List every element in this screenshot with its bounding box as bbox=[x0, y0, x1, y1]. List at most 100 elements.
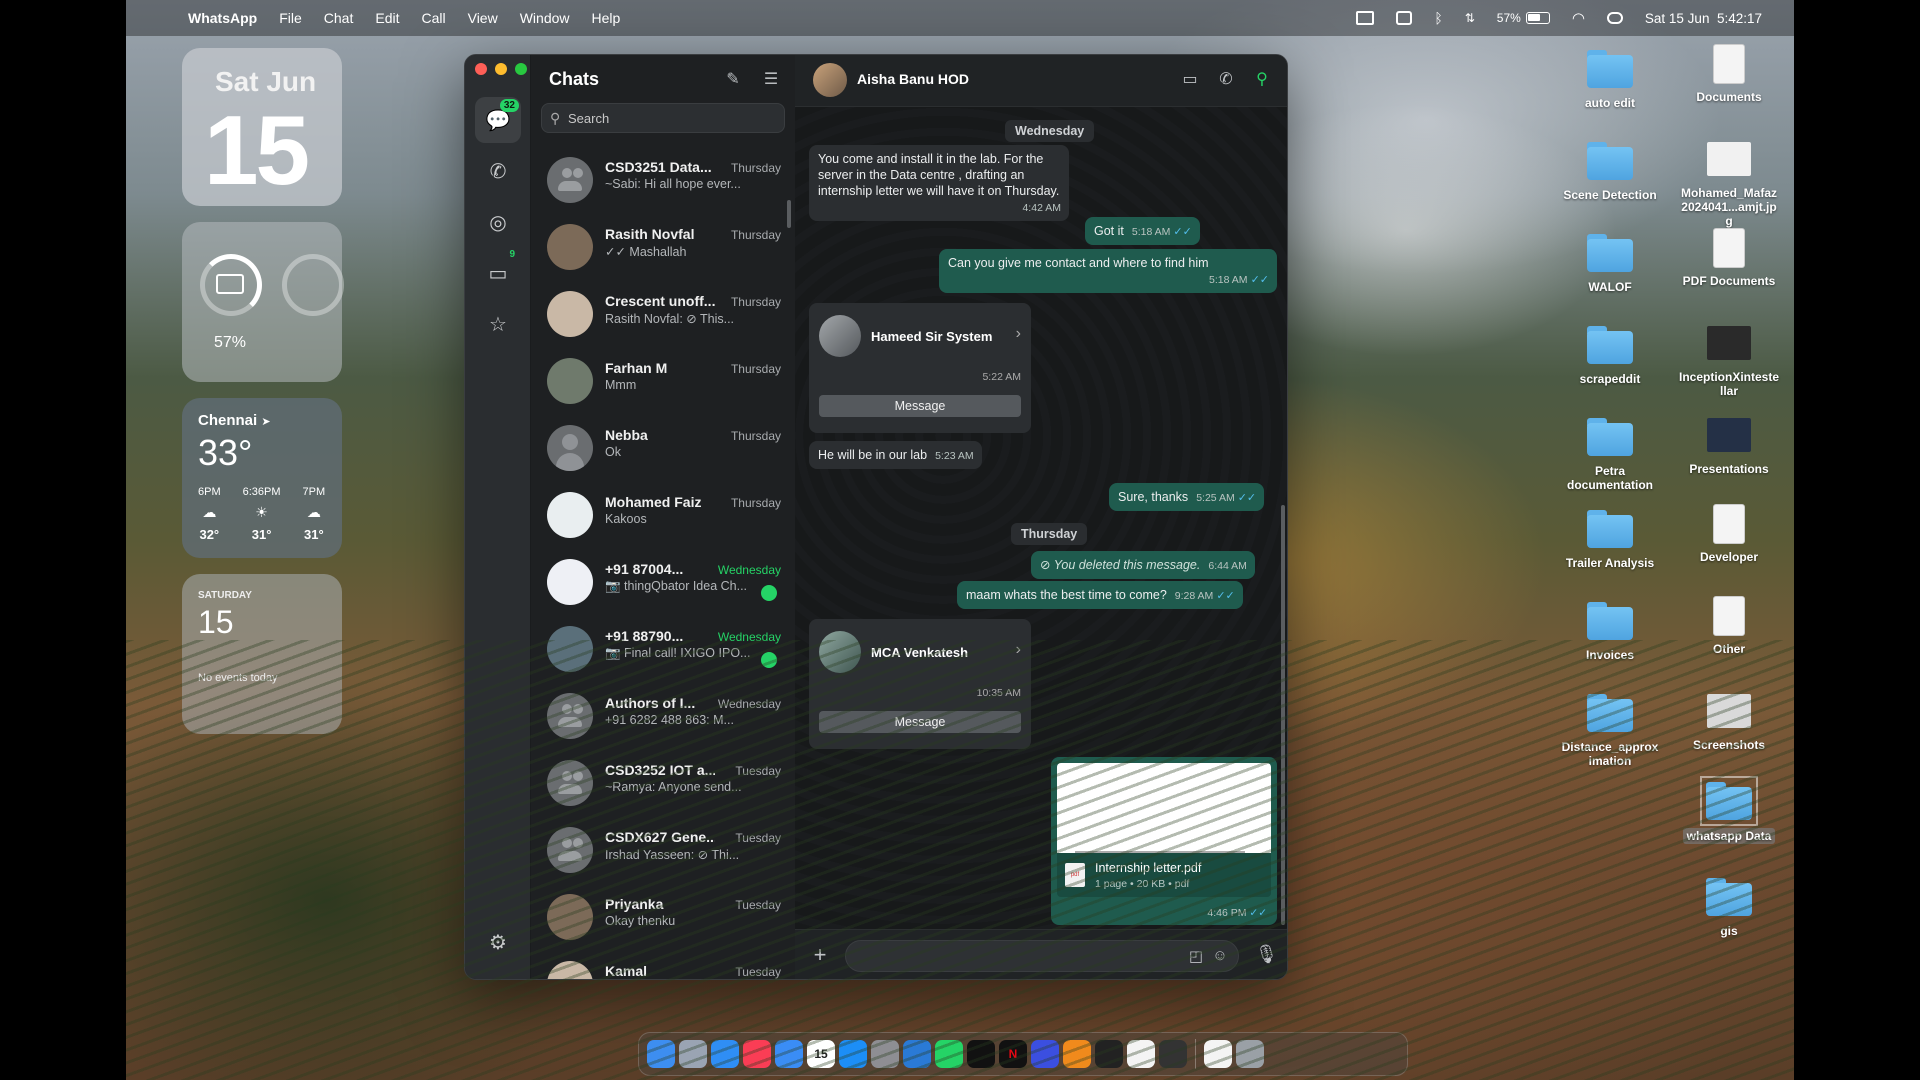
chat-list-item[interactable]: Farhan M Thursday Mmm bbox=[531, 346, 795, 413]
launchpad-icon[interactable] bbox=[679, 1040, 707, 1068]
pdf-file-row[interactable]: pdf Internship letter.pdf 1 page • 20 KB… bbox=[1057, 853, 1271, 897]
voice-call-icon[interactable]: ✆ bbox=[1215, 69, 1237, 91]
menu-file[interactable]: File bbox=[279, 10, 302, 26]
appletv-icon[interactable] bbox=[967, 1040, 995, 1068]
prime-icon[interactable] bbox=[1031, 1040, 1059, 1068]
menu-call[interactable]: Call bbox=[421, 10, 445, 26]
menu-edit[interactable]: Edit bbox=[375, 10, 399, 26]
menu-chat[interactable]: Chat bbox=[324, 10, 354, 26]
mail-icon[interactable] bbox=[775, 1040, 803, 1068]
zoom-window-button[interactable] bbox=[515, 63, 527, 75]
safari-icon[interactable] bbox=[711, 1040, 739, 1068]
desktop-icon-invoices[interactable]: Invoices bbox=[1560, 602, 1660, 662]
desktop-icon-developer[interactable]: Developer bbox=[1679, 504, 1779, 564]
menu-view[interactable]: View bbox=[468, 10, 498, 26]
settings-icon[interactable] bbox=[871, 1040, 899, 1068]
chat-list-item[interactable]: Mohamed Faiz Thursday Kakoos bbox=[531, 480, 795, 547]
rail-channels-button[interactable]: ▭ 9 bbox=[475, 249, 521, 296]
outgoing-message[interactable]: Got it 5:18 AM ✓✓ bbox=[1085, 217, 1200, 245]
close-window-button[interactable] bbox=[475, 63, 487, 75]
chat-list-item[interactable]: Priyanka Tuesday Okay thenku bbox=[531, 882, 795, 949]
weather-widget[interactable]: Chennai ➤ 33° 6PM ☁ 32° 6:36PM ☀ 31° 7PM… bbox=[182, 398, 342, 558]
desktop-icon-trailer-analysis[interactable]: Trailer Analysis bbox=[1560, 510, 1660, 570]
chat-list-item[interactable]: CSD3252 IOT a... Tuesday ~Ramya: Anyone se… bbox=[531, 748, 795, 815]
new-chat-icon[interactable]: ✎ bbox=[723, 69, 743, 89]
desktop-icon-screenshots[interactable]: Screenshots bbox=[1679, 694, 1779, 752]
network-activity-icon[interactable]: ⇅ bbox=[1465, 11, 1475, 25]
desktop-icon-presentations[interactable]: Presentations bbox=[1679, 418, 1779, 476]
contact-avatar[interactable] bbox=[813, 63, 847, 97]
desktop-icon-distance[interactable]: Distance_approximation bbox=[1560, 694, 1660, 768]
message-contact-button[interactable]: Message bbox=[819, 711, 1021, 733]
outgoing-message[interactable]: Sure, thanks 5:25 AM ✓✓ bbox=[1109, 483, 1265, 511]
trash-icon[interactable] bbox=[1236, 1040, 1264, 1068]
video-call-icon[interactable]: ▭ bbox=[1179, 69, 1201, 91]
emoji-icon[interactable]: ☺ bbox=[1210, 947, 1230, 967]
vlc-icon[interactable] bbox=[1063, 1040, 1091, 1068]
desktop-icon-inception[interactable]: InceptionXintestellar bbox=[1679, 326, 1779, 398]
apple-menu-icon[interactable] bbox=[146, 9, 162, 27]
chat-list-item[interactable]: CSDX627 Gene... Tuesday Irshad Yasseen: ⊘ … bbox=[531, 815, 795, 882]
desktop-icon-walof[interactable]: WALOF bbox=[1560, 234, 1660, 294]
filter-icon[interactable]: ☰ bbox=[761, 69, 781, 89]
date-widget[interactable]: Sat Jun 15 bbox=[182, 48, 342, 206]
chat-list-item[interactable]: +91 87004... Wednesday 📷 thingQbator Idea … bbox=[531, 547, 795, 614]
deleted-message[interactable]: ⊘ You deleted this message. 6:44 AM bbox=[1031, 551, 1255, 579]
desktop-icon-image-file[interactable]: Mohamed_Mafaz2024041...amjt.jpg bbox=[1679, 142, 1779, 228]
search-box[interactable]: ⚲ bbox=[541, 103, 785, 133]
menu-help[interactable]: Help bbox=[592, 10, 621, 26]
chat-list-item[interactable]: Kamal Tuesday bbox=[531, 949, 795, 979]
microphone-icon[interactable]: 🎙 bbox=[1255, 944, 1278, 965]
search-input[interactable] bbox=[568, 104, 778, 132]
pdf-attachment-message[interactable]: pdf Internship letter.pdf 1 page • 20 KB… bbox=[1051, 757, 1277, 925]
battery-widget[interactable]: 57% bbox=[182, 222, 344, 382]
chat-list-item[interactable]: Rasith Novfal Thursday ✓✓ Mashallah bbox=[531, 212, 795, 279]
terminal-icon[interactable] bbox=[1095, 1040, 1123, 1068]
message-input-box[interactable]: ◰ ☺ bbox=[845, 940, 1239, 972]
desktop-icon-scene-detection[interactable]: Scene Detection bbox=[1560, 142, 1660, 202]
minimize-window-button[interactable] bbox=[495, 63, 507, 75]
desktop-icon-other[interactable]: Other bbox=[1679, 596, 1779, 656]
whatsapp-icon[interactable] bbox=[935, 1040, 963, 1068]
bluetooth-icon[interactable]: ᛒ bbox=[1434, 10, 1442, 26]
message-contact-button[interactable]: Message bbox=[819, 395, 1021, 417]
shared-contact-card[interactable]: MCA Venkatesh › 10:35 AM Message bbox=[809, 619, 1031, 749]
outgoing-message[interactable]: Can you give me contact and where to fin… bbox=[939, 249, 1277, 293]
chat-list-item[interactable]: CSD3251 Data... Thursday ~Sabi: Hi all hop… bbox=[531, 145, 795, 212]
contact-name[interactable]: Aisha Banu HOD bbox=[857, 71, 969, 87]
music-icon[interactable] bbox=[743, 1040, 771, 1068]
battery-status[interactable]: 57% bbox=[1497, 11, 1550, 25]
chat-list-item[interactable]: Authors of I... Wednesday +91 6282 488 863… bbox=[531, 681, 795, 748]
calendar-widget[interactable]: SATURDAY 15 No events today bbox=[182, 574, 342, 734]
menu-clock[interactable]: Sat 15 Jun 5:42:17 bbox=[1645, 11, 1762, 26]
keyboard-icon[interactable] bbox=[1356, 11, 1375, 25]
desktop-icon-documents[interactable]: Documents bbox=[1679, 44, 1779, 104]
screen-share-icon[interactable] bbox=[1396, 11, 1413, 25]
shared-contact-card[interactable]: Hameed Sir System › 5:22 AM Message bbox=[809, 303, 1031, 433]
chat-list-item[interactable]: +91 88790... Wednesday 📷 Final call! IXIGO… bbox=[531, 614, 795, 681]
desktop-icon-petra[interactable]: Petra documentation bbox=[1560, 418, 1660, 492]
appstore-icon[interactable] bbox=[839, 1040, 867, 1068]
calendar-icon[interactable]: 15 bbox=[807, 1040, 835, 1068]
message-input[interactable] bbox=[858, 941, 1158, 971]
rail-status-button[interactable]: ◎ bbox=[475, 199, 521, 245]
attach-plus-icon[interactable]: + bbox=[809, 944, 831, 966]
chat-list-scrollbar[interactable] bbox=[787, 200, 791, 228]
rail-starred-button[interactable]: ☆ bbox=[475, 301, 521, 347]
conversation-scrollbar[interactable] bbox=[1281, 505, 1285, 925]
vscode-icon[interactable] bbox=[903, 1040, 931, 1068]
desktop-icon-gis[interactable]: gis bbox=[1679, 878, 1779, 938]
desktop-icon-auto-edit[interactable]: auto edit bbox=[1560, 50, 1660, 110]
search-icon[interactable]: ⚲ bbox=[1251, 69, 1273, 91]
incoming-message[interactable]: He will be in our lab 5:23 AM bbox=[809, 441, 982, 469]
desktop-icon-whatsapp-data[interactable]: whatsapp Data bbox=[1679, 776, 1779, 844]
outgoing-message[interactable]: maam whats the best time to come? 9:28 AM… bbox=[957, 581, 1243, 609]
control-center-icon[interactable] bbox=[1606, 12, 1623, 24]
wifi-icon[interactable]: ◠ bbox=[1572, 9, 1585, 27]
rail-settings-button[interactable]: ⚙ bbox=[475, 919, 521, 965]
incoming-message[interactable]: You come and install it in the lab. For … bbox=[809, 145, 1069, 221]
finder-icon[interactable] bbox=[647, 1040, 675, 1068]
file-icon[interactable] bbox=[1204, 1040, 1232, 1068]
rail-calls-button[interactable]: ✆ bbox=[475, 148, 521, 194]
chat-list-item[interactable]: Nebba Thursday Ok bbox=[531, 413, 795, 480]
